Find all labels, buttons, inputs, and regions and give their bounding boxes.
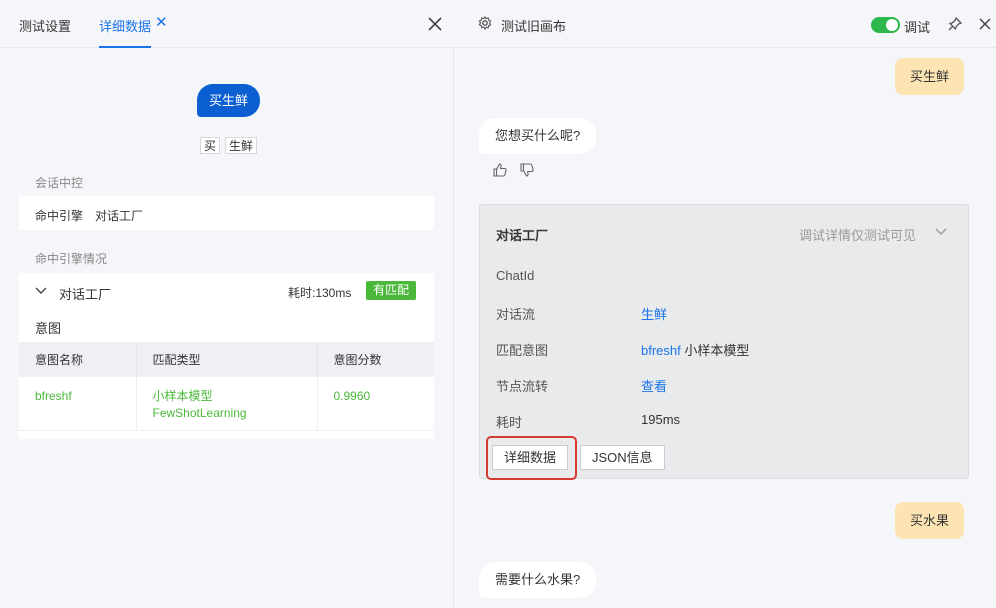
- detail-panel: 测试设置 详细数据 ✕ 买生鲜 买 生鲜 会话中控 命中引擎 对话工厂 命中引擎…: [0, 0, 454, 608]
- card-note: 调试详情仅测试可见: [799, 228, 917, 243]
- intent-title: 意图: [35, 321, 62, 336]
- hit-engine-row: 命中引擎 对话工厂: [19, 196, 434, 230]
- chevron-down-icon[interactable]: [935, 227, 947, 236]
- intent-table: 意图名称 匹配类型 意图分数 bfreshf 小样本模型 FewShotLear…: [19, 342, 434, 431]
- flow-label: 对话流: [496, 307, 536, 322]
- canvas-test-panel: 测试旧画布 调试 买生鲜 您想买什么呢? 对话工厂 调试详情仅测试可见 Chat…: [455, 0, 996, 608]
- time-value: 195ms: [641, 412, 681, 427]
- section-session-label: 会话中控: [35, 176, 84, 190]
- card-title: 对话工厂: [496, 228, 549, 243]
- panel-header: 测试旧画布 调试: [455, 0, 996, 48]
- hit-engine-label: 命中引擎: [35, 209, 84, 223]
- match-type-cell: 小样本模型 FewShotLearning: [136, 377, 318, 431]
- token-list: 买 生鲜: [200, 137, 258, 154]
- tab-detail-data[interactable]: 详细数据: [99, 16, 152, 48]
- bot-message: 需要什么水果?: [479, 562, 597, 598]
- match-badge: 有匹配: [366, 281, 417, 300]
- thumbs-up-icon[interactable]: [492, 162, 508, 178]
- chevron-down-icon[interactable]: [35, 286, 47, 296]
- section-engine-label: 命中引擎情况: [35, 252, 108, 266]
- intent-type: 小样本模型: [684, 343, 750, 358]
- node-flow-label: 节点流转: [496, 379, 549, 394]
- flow-link[interactable]: 生鲜: [641, 304, 667, 323]
- time-label: 耗时: [496, 415, 523, 430]
- debug-label: 调试: [904, 20, 931, 35]
- user-message: 买生鲜: [895, 58, 965, 95]
- view-link[interactable]: 查看: [641, 376, 667, 395]
- debug-toggle[interactable]: [871, 17, 900, 33]
- token-tag: 买: [200, 137, 221, 154]
- tab-close-icon[interactable]: ✕: [155, 15, 168, 31]
- intent-score-cell: 0.9960: [317, 377, 434, 431]
- column-header: 匹配类型: [136, 342, 318, 377]
- debug-detail-card: 对话工厂 调试详情仅测试可见 ChatId 对话流 生鲜 匹配意图 bfresh…: [479, 204, 969, 480]
- engine-time: 耗时:130ms: [288, 286, 352, 300]
- column-header: 意图名称: [19, 342, 137, 377]
- token-tag: 生鲜: [225, 137, 258, 154]
- close-icon[interactable]: [978, 16, 992, 32]
- user-message: 买水果: [895, 502, 965, 539]
- engine-card: 对话工厂 耗时:130ms 有匹配 意图 意图名称 匹配类型 意图分数 bfre…: [19, 273, 434, 439]
- tab-test-settings[interactable]: 测试设置: [19, 16, 71, 48]
- match-type: 小样本模型: [152, 389, 213, 403]
- hit-engine-value: 对话工厂: [95, 209, 144, 223]
- match-type-sub: FewShotLearning: [152, 406, 247, 420]
- intent-link[interactable]: bfreshf: [641, 343, 681, 358]
- close-icon[interactable]: [426, 15, 444, 33]
- intent-value: bfreshf 小样本模型: [641, 340, 749, 359]
- engine-name[interactable]: 对话工厂: [59, 284, 111, 303]
- query-bubble: 买生鲜: [197, 84, 261, 117]
- tab-bar: 测试设置 详细数据 ✕: [0, 0, 454, 48]
- intent-name-cell: bfreshf: [19, 377, 137, 431]
- table-row: bfreshf 小样本模型 FewShotLearning 0.9960: [19, 377, 434, 431]
- pin-icon[interactable]: [947, 16, 963, 32]
- gear-icon[interactable]: [478, 16, 492, 30]
- bot-message: 您想买什么呢?: [479, 118, 597, 154]
- panel-title: 测试旧画布: [501, 19, 567, 34]
- detail-data-button[interactable]: 详细数据: [492, 445, 569, 470]
- thumbs-down-icon[interactable]: [519, 162, 535, 178]
- chatid-label: ChatId: [496, 268, 535, 283]
- column-header: 意图分数: [317, 342, 434, 377]
- json-info-button[interactable]: JSON信息: [580, 445, 665, 470]
- intent-label: 匹配意图: [496, 343, 549, 358]
